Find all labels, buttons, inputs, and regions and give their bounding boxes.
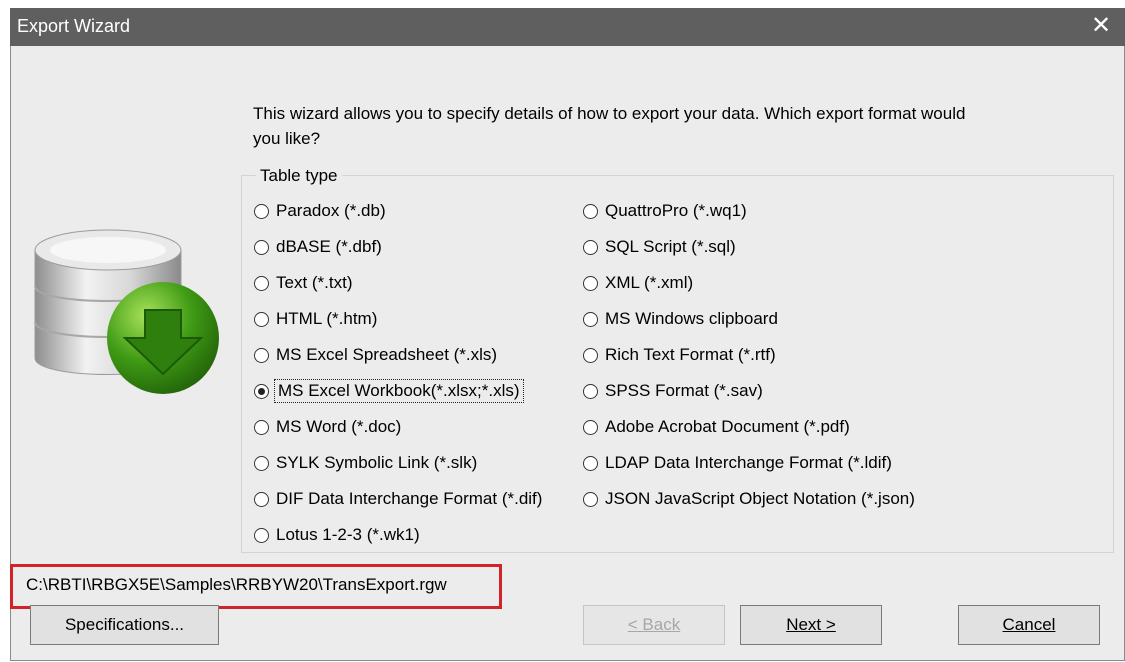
radio-label: Text (*.txt): [276, 273, 353, 292]
next-button[interactable]: Next >: [740, 605, 882, 645]
title-bar: Export Wizard ✕: [10, 8, 1125, 46]
radio-html[interactable]: HTML (*.htm): [254, 307, 377, 331]
radio-circle[interactable]: [254, 347, 269, 363]
radio-label: MS Word (*.doc): [276, 417, 402, 436]
radio-circle[interactable]: [583, 419, 598, 435]
radio-circle[interactable]: [583, 203, 598, 219]
radio-label: SPSS Format (*.sav): [605, 381, 763, 400]
radio-label: XML (*.xml): [605, 273, 694, 292]
radio-label: SYLK Symbolic Link (*.slk): [276, 453, 478, 472]
radio-label: Paradox (*.db): [276, 201, 386, 220]
radio-label: QuattroPro (*.wq1): [605, 201, 747, 220]
close-icon[interactable]: ✕: [1089, 12, 1113, 40]
radio-circle[interactable]: [254, 311, 269, 327]
radio-circle[interactable]: [583, 275, 598, 291]
radio-sylk[interactable]: SYLK Symbolic Link (*.slk): [254, 451, 477, 475]
radio-dif[interactable]: DIF Data Interchange Format (*.dif): [254, 487, 542, 511]
radio-circle[interactable]: [254, 419, 269, 435]
radio-label: MS Excel Workbook(*.xlsx;*.xls): [274, 379, 524, 403]
radio-circle[interactable]: [254, 455, 269, 471]
radio-label: HTML (*.htm): [276, 309, 378, 328]
intro-text: This wizard allows you to specify detail…: [253, 104, 966, 148]
radio-circle[interactable]: [583, 311, 598, 327]
radio-circle[interactable]: [583, 455, 598, 471]
radio-label: LDAP Data Interchange Format (*.ldif): [605, 453, 892, 472]
radio-label: MS Windows clipboard: [605, 309, 778, 328]
radio-text[interactable]: Text (*.txt): [254, 271, 353, 295]
radio-rich-text-format[interactable]: Rich Text Format (*.rtf): [583, 343, 776, 367]
radio-dbase[interactable]: dBASE (*.dbf): [254, 235, 382, 259]
radio-circle[interactable]: [254, 203, 269, 219]
radio-ms-excel-spreadsheet[interactable]: MS Excel Spreadsheet (*.xls): [254, 343, 497, 367]
radio-ms-windows-clipboard[interactable]: MS Windows clipboard: [583, 307, 778, 331]
radio-spss-format[interactable]: SPSS Format (*.sav): [583, 379, 763, 403]
radio-label: MS Excel Spreadsheet (*.xls): [276, 345, 498, 364]
radio-label: dBASE (*.dbf): [276, 237, 382, 256]
radio-circle[interactable]: [583, 383, 598, 399]
table-type-label: Table type: [256, 166, 342, 186]
cancel-button[interactable]: Cancel: [958, 605, 1100, 645]
cancel-button-label: Cancel: [1002, 615, 1056, 634]
database-export-icon: [34, 229, 219, 394]
radio-circle[interactable]: [254, 275, 269, 291]
radio-circle[interactable]: [583, 239, 598, 255]
radio-ms-excel-workbook[interactable]: MS Excel Workbook(*.xlsx;*.xls): [254, 379, 524, 403]
radio-circle[interactable]: [254, 491, 269, 507]
radio-label: Lotus 1-2-3 (*.wk1): [276, 525, 420, 544]
back-button-label: < Back: [627, 615, 681, 634]
back-button[interactable]: < Back: [583, 605, 725, 645]
radio-quattropro[interactable]: QuattroPro (*.wq1): [583, 199, 747, 223]
radio-label: DIF Data Interchange Format (*.dif): [276, 489, 543, 508]
next-button-label: Next >: [786, 615, 836, 634]
radio-adobe-acrobat[interactable]: Adobe Acrobat Document (*.pdf): [583, 415, 850, 439]
radio-circle[interactable]: [583, 347, 598, 363]
radio-circle[interactable]: [254, 527, 269, 543]
radio-circle[interactable]: [254, 383, 269, 399]
radio-circle[interactable]: [583, 491, 598, 507]
radio-label: Adobe Acrobat Document (*.pdf): [605, 417, 850, 436]
radio-label: SQL Script (*.sql): [605, 237, 736, 256]
file-path-highlight: [10, 564, 502, 609]
radio-ms-word[interactable]: MS Word (*.doc): [254, 415, 401, 439]
radio-circle[interactable]: [254, 239, 269, 255]
radio-xml[interactable]: XML (*.xml): [583, 271, 693, 295]
radio-lotus[interactable]: Lotus 1-2-3 (*.wk1): [254, 523, 420, 547]
radio-paradox[interactable]: Paradox (*.db): [254, 199, 386, 223]
window-title: Export Wizard: [17, 16, 131, 36]
radio-ldap[interactable]: LDAP Data Interchange Format (*.ldif): [583, 451, 892, 475]
specifications-button[interactable]: Specifications...: [30, 605, 219, 645]
radio-label: Rich Text Format (*.rtf): [605, 345, 776, 364]
radio-label: JSON JavaScript Object Notation (*.json): [605, 489, 915, 508]
radio-sql-script[interactable]: SQL Script (*.sql): [583, 235, 736, 259]
radio-json[interactable]: JSON JavaScript Object Notation (*.json): [583, 487, 915, 511]
